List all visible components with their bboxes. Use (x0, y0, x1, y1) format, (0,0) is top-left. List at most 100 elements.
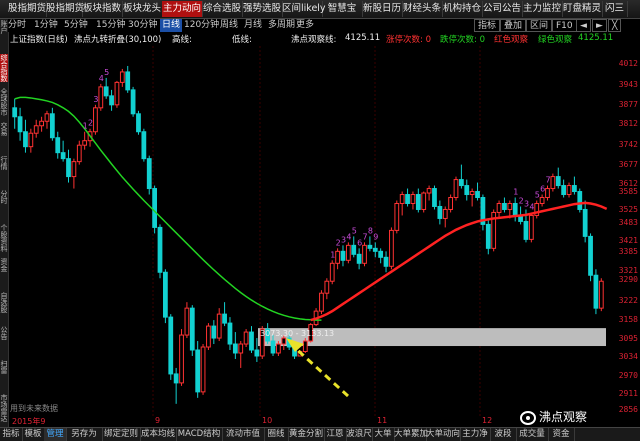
period-tab-5[interactable]: 日线 (160, 19, 183, 32)
observe-line-label: 沸点观察线: (291, 35, 337, 45)
candle-body-27 (157, 226, 163, 273)
period-tab-4[interactable]: 30分钟 (128, 19, 157, 32)
candle-body-44 (249, 331, 254, 351)
bottom-tab-8[interactable]: 圈线 (264, 428, 289, 441)
candle-body-77 (426, 188, 432, 194)
bottom-tab-6[interactable]: MACD结构 (176, 428, 223, 441)
bottom-tab-1[interactable]: 模板 (22, 428, 45, 441)
period-tab-8[interactable]: 月线 (244, 19, 262, 32)
chart-tool-5[interactable]: ► (592, 19, 607, 32)
left-strip-item-2[interactable]: 全球股市 (0, 88, 8, 116)
price-tick-11: 3385 (618, 246, 638, 256)
bottom-tab-5[interactable]: 成本均线 (140, 428, 177, 441)
chart-tool-2[interactable]: 区间 (526, 19, 553, 32)
candlestick-chart[interactable]: 1 234512 3 45678912 3 4567 (8, 46, 612, 416)
left-strip-item-11[interactable]: 市场雷达 (0, 394, 8, 422)
candle-body-42 (238, 343, 244, 354)
candle-body-23 (136, 113, 141, 133)
ma-red-line (310, 201, 608, 322)
bottom-tab-16[interactable]: 波段 (490, 428, 517, 441)
bottom-tab-10[interactable]: 江恩 (324, 428, 347, 441)
candle-body-93 (512, 202, 518, 216)
observe-line-value: 4125.11 (345, 33, 381, 43)
left-strip-item-6[interactable]: 个股资料 (0, 224, 8, 252)
left-strip-item-7[interactable]: 资金 (0, 258, 8, 272)
left-strip-item-4[interactable]: 行情 (0, 156, 8, 170)
toolbar-button-3[interactable]: 板块指数 (82, 1, 123, 17)
bottom-tab-18[interactable]: 资金 (548, 428, 575, 441)
toolbar-button-8[interactable]: 区间likely (282, 1, 326, 17)
period-tab-1[interactable]: 1分钟 (34, 19, 58, 32)
green-observe-value: 4125.11 (578, 33, 614, 43)
candle-body-71 (394, 202, 400, 231)
date-tick-1: 9 (155, 416, 161, 425)
bottom-tab-2[interactable]: 管理 (44, 428, 67, 441)
toolbar-button-14[interactable]: 主力监控 (522, 1, 563, 17)
nine-turn-label-4: 5 (104, 68, 109, 77)
bottom-tab-15[interactable]: 主力净 (460, 428, 491, 441)
left-strip-item-9[interactable]: 公告 (0, 326, 8, 340)
toolbar-button-5[interactable]: 主力动向 (162, 1, 203, 17)
toolbar-button-9[interactable]: 智慧宝 (322, 1, 363, 17)
price-tick-5: 3677 (618, 159, 638, 169)
chart-tool-0[interactable]: 指标 (474, 19, 501, 32)
period-tab-10[interactable]: 更多 (296, 19, 314, 32)
period-tab-9[interactable]: 多周期 (268, 19, 295, 32)
toolbar-button-4[interactable]: 板块龙头 (122, 1, 163, 17)
nine-turn-label-5: 1 (330, 250, 335, 259)
toolbar-button-7[interactable]: 强势选股 (242, 1, 283, 17)
chart-tool-4[interactable]: ◄ (576, 19, 591, 32)
red-observe-label: 红色观察 (494, 35, 529, 45)
toolbar-button-11[interactable]: 财经头条 (402, 1, 443, 17)
nine-turn-label-14: 1 (513, 188, 518, 197)
candle-body-54 (302, 340, 308, 352)
left-strip-item-5[interactable]: 分时 (0, 190, 8, 204)
candle-body-83 (458, 179, 464, 187)
left-strip-item-10[interactable]: 扫雷 (0, 360, 8, 374)
bottom-tab-13[interactable]: 大单累加 (394, 428, 428, 441)
candle-body-0 (12, 107, 18, 118)
bottom-tab-3[interactable]: 另存为 (66, 428, 103, 441)
bottom-tab-12[interactable]: 大单 (372, 428, 395, 441)
period-tab-0[interactable]: 分时 (8, 19, 26, 32)
chart-tool-6[interactable]: ╳ (608, 19, 622, 32)
toolbar-button-13[interactable]: 公司公告 (482, 1, 523, 17)
left-strip-item-0[interactable]: 账户 (0, 20, 8, 34)
candle-body-109 (598, 280, 604, 309)
period-tab-3[interactable]: 15分钟 (96, 19, 125, 32)
toolbar-button-1[interactable]: 股指期货 (8, 1, 47, 17)
low-line-label: 低线: (232, 35, 252, 45)
bottom-tab-11[interactable]: 波浪尺 (346, 428, 373, 441)
nine-turn-label-19: 6 (540, 185, 545, 194)
chart-tool-3[interactable]: F10 (552, 19, 577, 32)
price-tick-15: 3158 (618, 314, 638, 324)
bottom-tab-9[interactable]: 黄金分割 (288, 428, 325, 441)
green-observe-label: 绿色观察 (538, 35, 573, 45)
left-strip-item-8[interactable]: 自选股 (0, 292, 8, 313)
candle-body-22 (130, 89, 136, 115)
bottom-tab-14[interactable]: 大单动向 (426, 428, 461, 441)
period-tab-7[interactable]: 周线 (220, 19, 238, 32)
left-strip-item-3[interactable]: 交易 (0, 122, 8, 136)
period-tab-2[interactable]: 5分钟 (64, 19, 88, 32)
candle-body-10 (66, 158, 71, 178)
watermark: 沸点观察 (520, 408, 638, 428)
period-tab-6[interactable]: 120分钟 (184, 19, 219, 32)
bottom-tab-7[interactable]: 流动市值 (222, 428, 265, 441)
candle-body-1 (17, 116, 23, 133)
toolbar-button-6[interactable]: 综合选股 (202, 1, 243, 17)
toolbar-button-12[interactable]: 机构持仓 (442, 1, 483, 17)
candle-body-40 (227, 322, 233, 345)
toolbar-button-2[interactable]: 股指期货 (46, 1, 84, 17)
bottom-tab-17[interactable]: 成交量 (516, 428, 549, 441)
chart-tool-1[interactable]: 叠加 (500, 19, 527, 32)
bottom-tab-4[interactable]: 绑定定则 (102, 428, 141, 441)
toolbar-button-16[interactable]: 闪三 (602, 1, 628, 17)
bottom-tab-0[interactable]: 指标 (0, 428, 23, 441)
left-strip-item-1[interactable]: 综合指数 (0, 54, 8, 82)
annotation-arrow-shaft (291, 344, 350, 398)
toolbar-button-15[interactable]: 盯盘精灵 (562, 1, 603, 17)
toolbar-button-10[interactable]: 新股日历 (362, 1, 403, 17)
period-bar: 分时 1分钟 5分钟 15分钟 30分钟 日线 120分钟 周线 月线 多周期 更多 指标 叠加 区间 F1… (8, 19, 640, 32)
nine-turn-label-7: 3 (341, 235, 346, 244)
